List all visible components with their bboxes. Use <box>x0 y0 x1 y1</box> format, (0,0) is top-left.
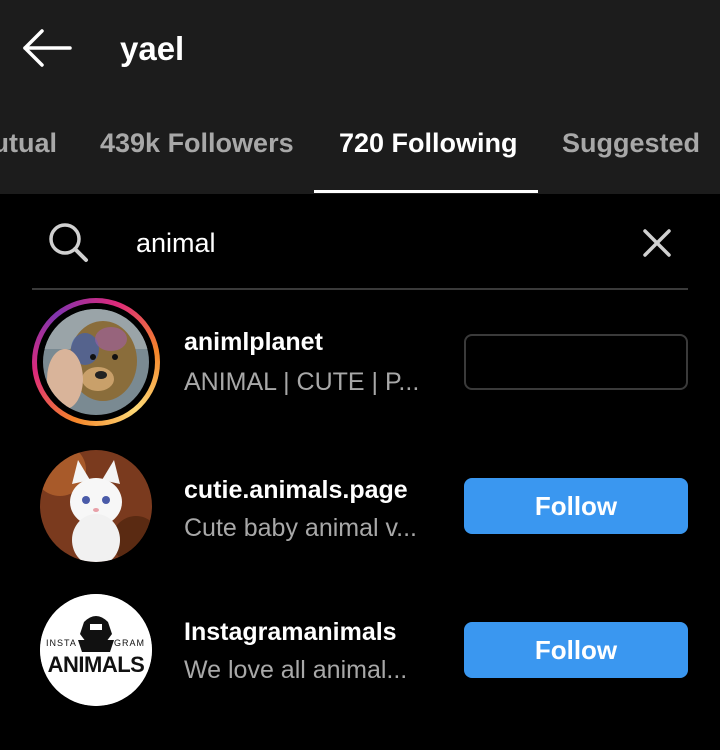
active-tab-indicator <box>314 190 538 193</box>
logo-text-animals: ANIMALS <box>47 652 145 677</box>
list-item[interactable]: cutie.animals.page Cute baby animal v...… <box>0 440 720 570</box>
user-description: ANIMAL | CUTE | P... <box>184 368 420 396</box>
username[interactable]: Instagramanimals <box>184 618 397 647</box>
close-icon[interactable] <box>640 226 674 260</box>
user-description: We love all animal... <box>184 656 408 684</box>
avatar[interactable] <box>32 440 160 568</box>
gorilla-icon <box>40 594 152 706</box>
tab-followers[interactable]: 439k Followers <box>100 128 294 159</box>
follow-button[interactable]: Follow <box>464 622 688 678</box>
kitten-avatar-image <box>40 450 152 562</box>
username[interactable]: cutie.animals.page <box>184 476 408 505</box>
search-input[interactable] <box>136 222 606 264</box>
user-description: Cute baby animal v... <box>184 514 417 542</box>
tab-bar: Mutual 439k Followers 720 Following Sugg… <box>0 108 720 194</box>
avatar[interactable]: INSTA GRAM ANIMALS <box>32 584 160 712</box>
tab-following[interactable]: 720 Following <box>339 128 518 159</box>
arrow-left-icon <box>23 29 72 67</box>
tab-mutual[interactable]: Mutual <box>0 128 57 159</box>
logo-text-insta: INSTA <box>46 638 77 648</box>
instagram-animals-logo: INSTA GRAM ANIMALS <box>40 594 152 706</box>
search-icon <box>49 223 88 262</box>
list-item[interactable]: INSTA GRAM ANIMALS Instagramanimals We l… <box>0 584 720 714</box>
follow-status-button[interactable] <box>464 334 688 390</box>
logo-text-gram: GRAM <box>114 638 145 648</box>
tab-suggested[interactable]: Suggested <box>562 128 700 159</box>
follow-button[interactable]: Follow <box>464 478 688 534</box>
page-title: yael <box>120 30 185 67</box>
dog-avatar-image <box>43 309 149 415</box>
list-item[interactable]: animlplanet ANIMAL | CUTE | P... <box>0 298 720 428</box>
search-bar <box>32 200 688 290</box>
username[interactable]: animlplanet <box>184 328 323 357</box>
back-button[interactable] <box>22 28 72 68</box>
profile-header: yael Mutual 439k Followers 720 Following… <box>0 0 720 194</box>
avatar[interactable] <box>32 298 160 426</box>
